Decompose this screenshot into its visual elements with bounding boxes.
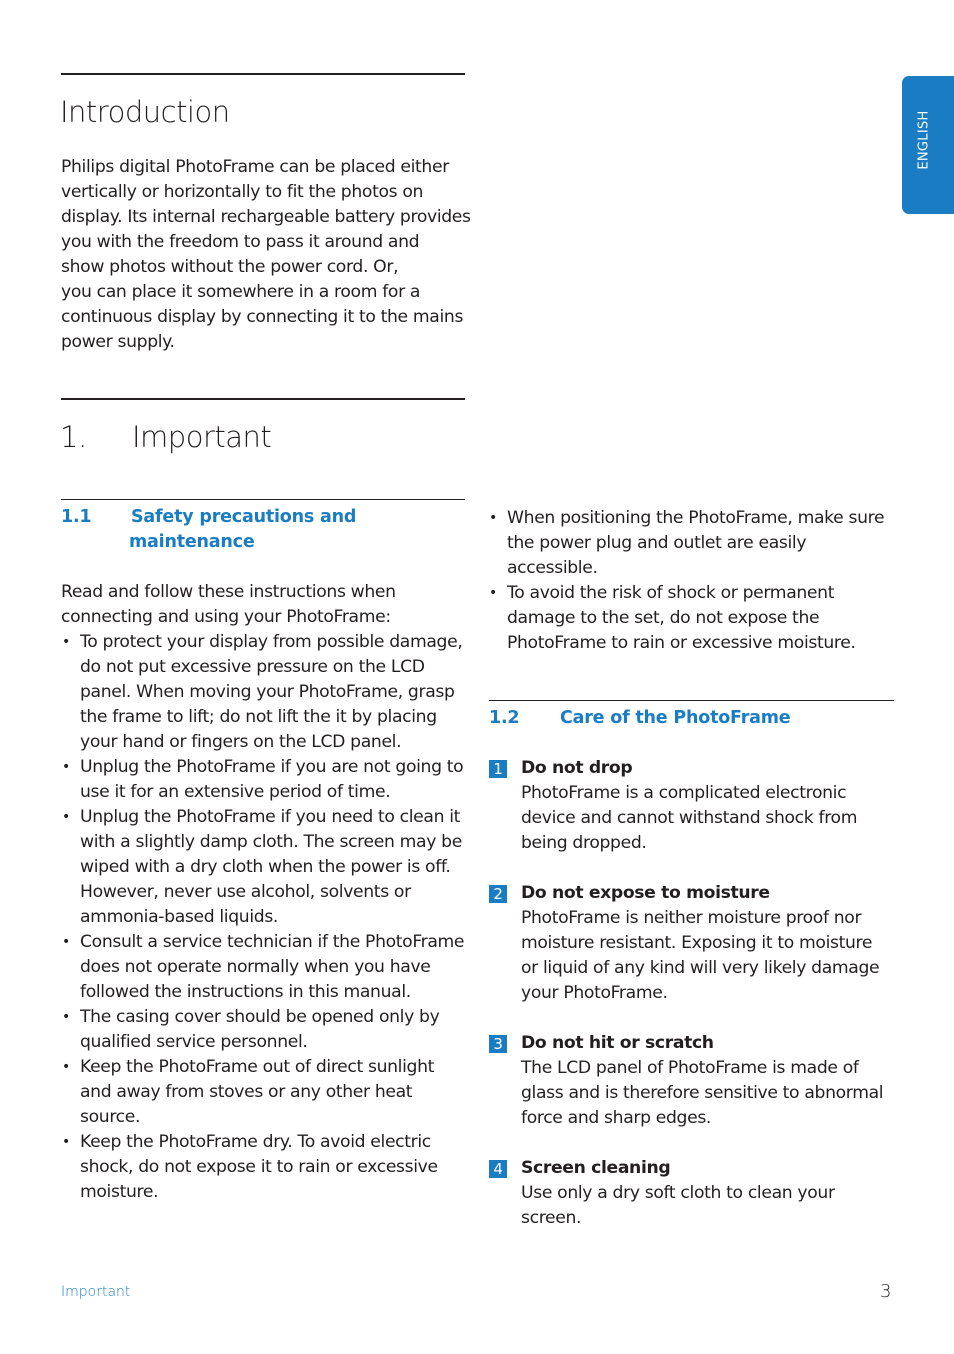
care-item-title: Screen cleaning — [521, 1158, 671, 1178]
divider — [61, 73, 465, 75]
text-line: display. Its internal rechargeable batte… — [61, 207, 471, 227]
safety-list-continued: When positioning the PhotoFrame, make su… — [488, 506, 892, 656]
divider — [489, 700, 894, 701]
text-line: connecting and using your PhotoFrame: — [61, 607, 391, 627]
chapter-number: 1. — [60, 420, 87, 454]
care-item-title: Do not drop — [521, 758, 633, 778]
text-line: vertically or horizontally to fit the ph… — [61, 182, 424, 202]
list-item: Consult a service technician if the Phot… — [61, 930, 465, 1005]
section-1-1-number: 1.1 — [61, 507, 92, 527]
list-item: Keep the PhotoFrame dry. To avoid electr… — [61, 1130, 465, 1205]
section-1-2-number: 1.2 — [489, 708, 520, 728]
footer-section-label: Important — [61, 1284, 131, 1300]
text-line: power supply. — [61, 332, 175, 352]
divider — [61, 499, 465, 500]
section-1-1-title: Safety precautions and maintenance — [129, 505, 357, 555]
divider — [61, 398, 465, 400]
step-number-badge: 1 — [489, 760, 507, 778]
section-1-2-title: Care of the PhotoFrame — [560, 708, 791, 728]
list-item: To avoid the risk of shock or permanent … — [488, 581, 892, 656]
text-line: continuous display by connecting it to t… — [61, 307, 464, 327]
care-item: 1 Do not drop PhotoFrame is a complicate… — [489, 756, 889, 856]
text-line: show photos without the power cord. Or, — [61, 257, 399, 277]
step-number-badge: 2 — [489, 885, 507, 903]
care-item-text: Use only a dry soft cloth to clean your … — [521, 1183, 835, 1228]
list-item: Unplug the PhotoFrame if you need to cle… — [61, 805, 465, 930]
care-item-title: Do not hit or scratch — [521, 1033, 714, 1053]
text-line: Philips digital PhotoFrame can be placed… — [61, 157, 449, 177]
care-item: 4 Screen cleaning Use only a dry soft cl… — [489, 1156, 889, 1231]
intro-paragraph: Philips digital PhotoFrame can be placed… — [61, 155, 471, 355]
care-item-text: PhotoFrame is a complicated electronic d… — [521, 783, 858, 853]
section-1-1-intro: Read and follow these instructions when … — [61, 580, 471, 630]
safety-list: To protect your display from possible da… — [61, 630, 465, 1205]
care-item-text: PhotoFrame is neither moisture proof nor… — [521, 908, 880, 1003]
care-item: 3 Do not hit or scratch The LCD panel of… — [489, 1031, 889, 1131]
care-item-title: Do not expose to moisture — [521, 883, 770, 903]
section-title-line: Safety precautions and — [131, 507, 357, 527]
text-line: you with the freedom to pass it around a… — [61, 232, 420, 252]
list-item: When positioning the PhotoFrame, make su… — [488, 506, 892, 581]
step-number-badge: 4 — [489, 1160, 507, 1178]
text-line: you can place it somewhere in a room for… — [61, 282, 421, 302]
list-item: Unplug the PhotoFrame if you are not goi… — [61, 755, 465, 805]
section-title-line: maintenance — [129, 532, 255, 552]
text-line: Read and follow these instructions when — [61, 582, 396, 602]
list-item: The casing cover should be opened only b… — [61, 1005, 465, 1055]
care-item: 2 Do not expose to moisture PhotoFrame i… — [489, 881, 889, 1006]
language-tab-label: ENGLISH — [916, 110, 932, 170]
intro-title: Introduction — [60, 95, 230, 129]
list-item: Keep the PhotoFrame out of direct sunlig… — [61, 1055, 465, 1130]
page-number: 3 — [880, 1281, 892, 1302]
chapter-title: Important — [132, 420, 272, 454]
list-item: To protect your display from possible da… — [61, 630, 465, 755]
care-item-text: The LCD panel of PhotoFrame is made of g… — [521, 1058, 884, 1128]
step-number-badge: 3 — [489, 1035, 507, 1053]
